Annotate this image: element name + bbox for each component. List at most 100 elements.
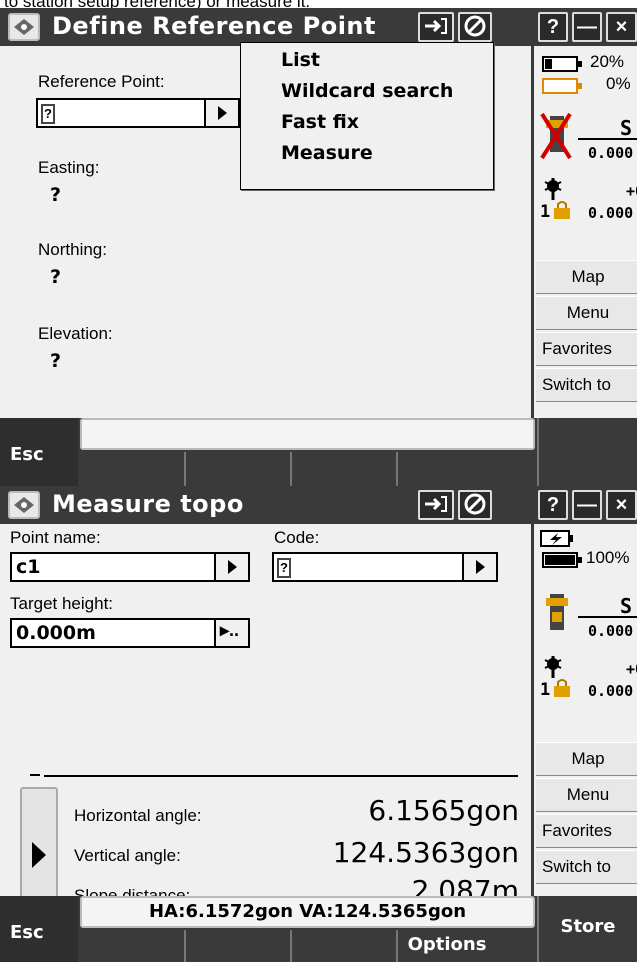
minimize-button[interactable]: —: [572, 12, 602, 42]
prism-icon: [544, 656, 562, 678]
easting-label: Easting:: [38, 158, 100, 177]
instrument-icon: [546, 594, 568, 630]
northing-label: Northing:: [38, 240, 107, 259]
menu-item-fast-fix[interactable]: Fast fix: [281, 111, 359, 133]
target-height-label: Target height:: [10, 594, 114, 613]
northing-value: ?: [50, 266, 62, 288]
switch-to-button[interactable]: Switch to: [536, 368, 637, 402]
target-height-more-button[interactable]: ▸..: [214, 620, 248, 646]
esc-button[interactable]: Esc: [0, 418, 78, 486]
menu-button[interactable]: Menu: [536, 296, 637, 330]
prism-icon: [544, 178, 562, 200]
prism-height: 0.000: [588, 682, 634, 700]
no-instrument-icon: [540, 112, 572, 160]
map-button[interactable]: Map: [536, 260, 637, 294]
instrument-value: 0.000: [588, 622, 634, 640]
favorites-button[interactable]: Favorites: [536, 332, 637, 366]
softkey-bar: Esc HA:6.1572gon VA:124.5365gon Options …: [0, 896, 637, 962]
reference-point-popup-menu: List Wildcard search Fast fix Measure: [240, 42, 494, 190]
softkey-3[interactable]: [290, 452, 394, 486]
title-bar: Define Reference Point ? — ×: [0, 8, 637, 46]
target-height-value: 0.000m: [16, 622, 96, 644]
softkey-bar: Esc: [0, 418, 637, 486]
main-content: Point name: c1 Code: ? Target height: 0.…: [0, 524, 531, 927]
menu-item-measure[interactable]: Measure: [281, 142, 373, 164]
softkey-2[interactable]: [184, 452, 288, 486]
battery-empty-icon: [542, 78, 582, 94]
battery-icon: [542, 56, 582, 72]
help-button[interactable]: ?: [538, 12, 568, 42]
login-icon[interactable]: [418, 490, 454, 520]
softkey-1[interactable]: [78, 930, 182, 962]
close-button[interactable]: ×: [606, 12, 637, 42]
esc-button[interactable]: Esc: [0, 896, 78, 962]
store-button[interactable]: Store: [537, 896, 637, 962]
menu-item-wildcard-search[interactable]: Wildcard search: [281, 80, 453, 102]
reference-point-value: ?: [41, 104, 55, 124]
help-button[interactable]: ?: [538, 490, 568, 520]
arrow-right-icon: [218, 106, 227, 120]
vertical-angle-label: Vertical angle:: [74, 846, 181, 865]
point-name-field[interactable]: c1: [10, 552, 250, 582]
point-name-label: Point name:: [10, 528, 101, 547]
softkey-3[interactable]: [290, 930, 394, 962]
prism-number: 1: [540, 680, 551, 700]
reference-point-label: Reference Point:: [38, 72, 165, 91]
define-reference-point-window: Define Reference Point ? — × Reference P…: [0, 8, 637, 486]
favorites-button[interactable]: Favorites: [536, 814, 637, 848]
point-name-value: c1: [16, 556, 41, 578]
status-sidebar: 100% S 0.000 +0 1 0.000 Map Menu Favorit…: [531, 524, 637, 896]
point-name-dropdown-button[interactable]: [214, 554, 248, 580]
horizontal-angle-label: Horizontal angle:: [74, 806, 202, 825]
elevation-value: ?: [50, 350, 62, 372]
measure-topo-window: Measure topo ? — × Point name: c1 Code: …: [0, 486, 637, 962]
easting-value: ?: [50, 184, 62, 206]
arrow-right-icon: [228, 560, 237, 574]
code-value: ?: [277, 558, 291, 578]
softkey-1[interactable]: [78, 452, 182, 486]
window-title: Measure topo: [52, 490, 244, 518]
battery-icon: [542, 552, 582, 568]
prism-offset: +0: [626, 182, 637, 200]
softkey-right[interactable]: [537, 418, 637, 486]
status-line: [80, 418, 535, 450]
reference-point-field[interactable]: ?: [36, 98, 240, 128]
options-button[interactable]: Options: [396, 930, 496, 962]
status-line: HA:6.1572gon VA:124.5365gon: [80, 896, 535, 928]
cancel-icon[interactable]: [458, 12, 492, 42]
code-field[interactable]: ?: [272, 552, 498, 582]
minimize-button[interactable]: —: [572, 490, 602, 520]
menu-item-list[interactable]: List: [281, 49, 320, 71]
instrument-value: 0.000: [588, 144, 634, 162]
app-icon[interactable]: [8, 491, 40, 519]
prism-number: 1: [540, 202, 551, 222]
reference-point-dropdown-button[interactable]: [204, 100, 238, 126]
prism-offset: +0: [626, 660, 637, 678]
prism-height: 0.000: [588, 204, 634, 222]
app-icon[interactable]: [8, 13, 40, 41]
softkey-2[interactable]: [184, 930, 288, 962]
signal-letter: S: [620, 594, 633, 618]
close-button[interactable]: ×: [606, 490, 637, 520]
status-sidebar: 20% 0% S 0.000 +0 1 0.000 Map Menu Favor…: [531, 46, 637, 418]
softkey-4[interactable]: [396, 452, 536, 486]
switch-to-button[interactable]: Switch to: [536, 850, 637, 884]
battery-level: 20%: [590, 52, 625, 71]
lock-icon: [554, 201, 570, 219]
target-height-field[interactable]: 0.000m ▸..: [10, 618, 250, 648]
vertical-angle-value: 124.5363gon: [332, 836, 519, 869]
arrow-right-icon: [32, 842, 46, 868]
map-button[interactable]: Map: [536, 742, 637, 776]
code-dropdown-button[interactable]: [462, 554, 496, 580]
ellipsis-icon: ▸..: [220, 620, 240, 640]
charging-icon: [540, 530, 573, 547]
battery-level: 100%: [586, 548, 630, 567]
horizontal-angle-value: 6.1565gon: [368, 794, 519, 827]
signal-letter: S: [620, 116, 633, 140]
window-title: Define Reference Point: [52, 12, 376, 40]
login-icon[interactable]: [418, 12, 454, 42]
battery-level-2: 0%: [606, 74, 631, 93]
menu-button[interactable]: Menu: [536, 778, 637, 812]
cancel-icon[interactable]: [458, 490, 492, 520]
lock-icon: [554, 679, 570, 697]
